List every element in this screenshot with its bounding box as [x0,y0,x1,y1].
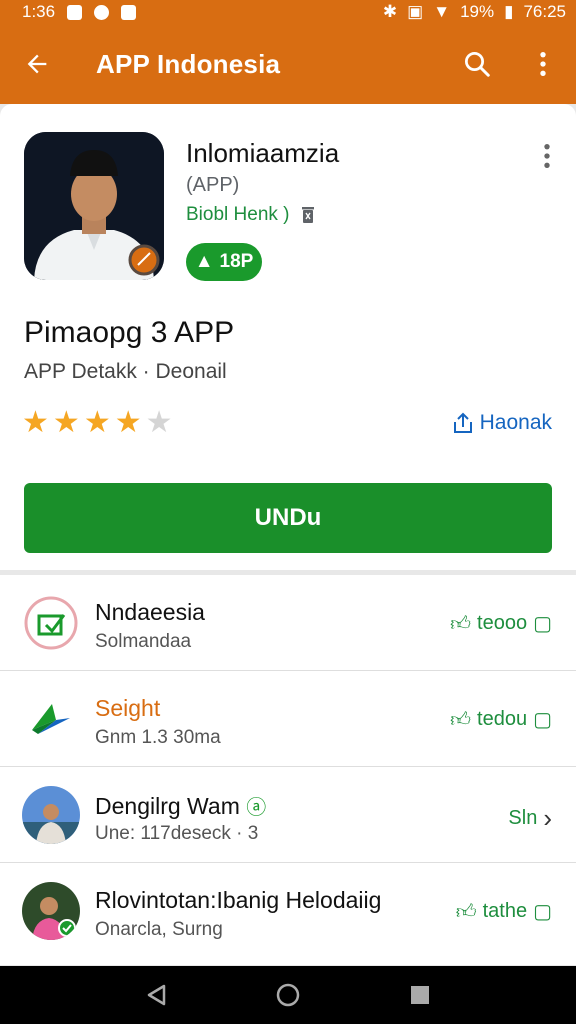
list-item-action-label: Sln [508,807,538,829]
app-headline: Pimaopg 3 APP [24,316,235,349]
badge-label: 18P [219,251,254,272]
nav-recents-button[interactable] [398,973,442,1017]
list-item-action[interactable]: Sln › [508,803,552,834]
nav-home-button[interactable] [266,973,310,1017]
triangle-back-icon [147,984,166,1006]
chat-icon [94,4,110,20]
square-icon: ▢ [533,613,552,635]
list-item-subtitle: Solmandaa [95,631,192,652]
overflow-menu-button[interactable] [510,24,576,104]
square-icon: ▢ [533,901,552,923]
star-filled-icon: ★ [22,406,49,439]
trash-icon [301,207,314,223]
thumb-outline-icon: 👍︎ [455,900,477,923]
search-icon [465,52,490,77]
list-item-title-text: Dengilrg Wam [95,793,240,819]
vibrate-icon: ▣ [407,2,424,21]
square-recents-icon [411,986,429,1004]
star-filled-icon: ★ [52,406,80,439]
list-item-subtitle: Une: 117deseck · 3 [95,823,259,844]
list-item-action[interactable]: 👍︎ teooo ▢ [450,611,552,636]
person-photo-icon [24,132,164,280]
system-nav-bar [0,966,576,1024]
play-arrow-icon [22,690,80,748]
back-button[interactable] [0,24,74,104]
developer-name: Biobl Henk ) [186,204,290,225]
battery-icon: ▮ [504,2,514,21]
star-empty-icon: ★ [145,406,173,439]
notification-icon [67,4,83,20]
share-icon [453,412,472,433]
arrow-left-icon [27,54,47,74]
share-label: Haonak [479,411,552,434]
app-icon[interactable] [24,132,164,280]
thumb-outline-icon: 👍︎ [450,612,472,635]
more-vert-icon [540,51,546,77]
list-item[interactable]: Rlovintotan:Ibanig Helodaiig Onarcla, Su… [0,863,576,959]
related-list: Nndaeesia Solmandaa 👍︎ teooo ▢ Seight Gn… [0,575,576,965]
search-button[interactable] [444,24,510,104]
star-rating: ★ ★ ★ ★ ★ [22,406,173,440]
avatar [22,786,80,844]
thumb-up-icon: ▲ [194,251,214,272]
wifi-icon: ▼ [433,2,451,21]
list-item-action-label: teooo [477,612,528,634]
thumb-outline-icon: 👍︎ [450,708,472,731]
mail-icon [121,4,137,20]
battery-percent: 19% [460,2,495,21]
install-button[interactable]: UNDu [24,483,552,553]
list-item-action[interactable]: 👍︎ tedou ▢ [450,707,552,732]
edit-box-icon [22,594,80,652]
rating-badge: ▲ 18P [186,243,262,281]
list-item-title: Dengilrg Wam ⓐ [95,791,266,820]
star-filled-icon: ★ [83,406,111,439]
status-bar: 1:36 ✱ ▣ ▼ 19% ▮ 76:25 [0,0,576,24]
avatar [22,882,80,940]
list-item[interactable]: Nndaeesia Solmandaa 👍︎ teooo ▢ [0,575,576,671]
more-vert-icon [544,143,550,169]
list-item-action-label: tedou [477,708,528,730]
list-item-title: Rlovintotan:Ibanig Helodaiig [95,887,382,913]
list-item-subtitle: Onarcla, Surng [95,919,223,940]
chevron-right-icon: › [543,803,552,833]
list-item-title: Seight [95,695,161,721]
list-item[interactable]: Dengilrg Wam ⓐ Une: 117deseck · 3 Sln › [0,767,576,863]
app-type: (APP) [186,174,240,196]
verified-icon: ⓐ [246,797,267,819]
app-bar: APP Indonesia [0,24,576,104]
square-icon: ▢ [533,709,552,731]
app-name: Inlomiaamzia [186,138,340,168]
list-item-action-label: tathe [482,900,528,922]
star-filled-icon: ★ [114,406,142,439]
developer-link[interactable]: Biobl Henk ) [186,204,316,226]
app-bar-title: APP Indonesia [96,48,281,79]
list-item-title: Nndaeesia [95,599,205,625]
list-item-action[interactable]: 👍︎ tathe ▢ [456,899,552,924]
nav-back-button[interactable] [134,973,178,1017]
status-time-right: 76:25 [523,2,566,21]
bluetooth-icon: ✱ [382,2,398,21]
card-more-button[interactable] [532,138,562,174]
circle-home-icon [276,983,300,1007]
status-time-left: 1:36 [22,2,56,21]
share-link[interactable]: Haonak [452,411,552,435]
app-subline: APP Detakk · Deonail [24,360,227,383]
app-detail-card: Inlomiaamzia (APP) Biobl Henk ) ▲ 18P Pi… [0,104,576,570]
list-item[interactable]: Seight Gnm 1.3 30ma 👍︎ tedou ▢ [0,671,576,767]
list-item-subtitle: Gnm 1.3 30ma [95,727,221,748]
